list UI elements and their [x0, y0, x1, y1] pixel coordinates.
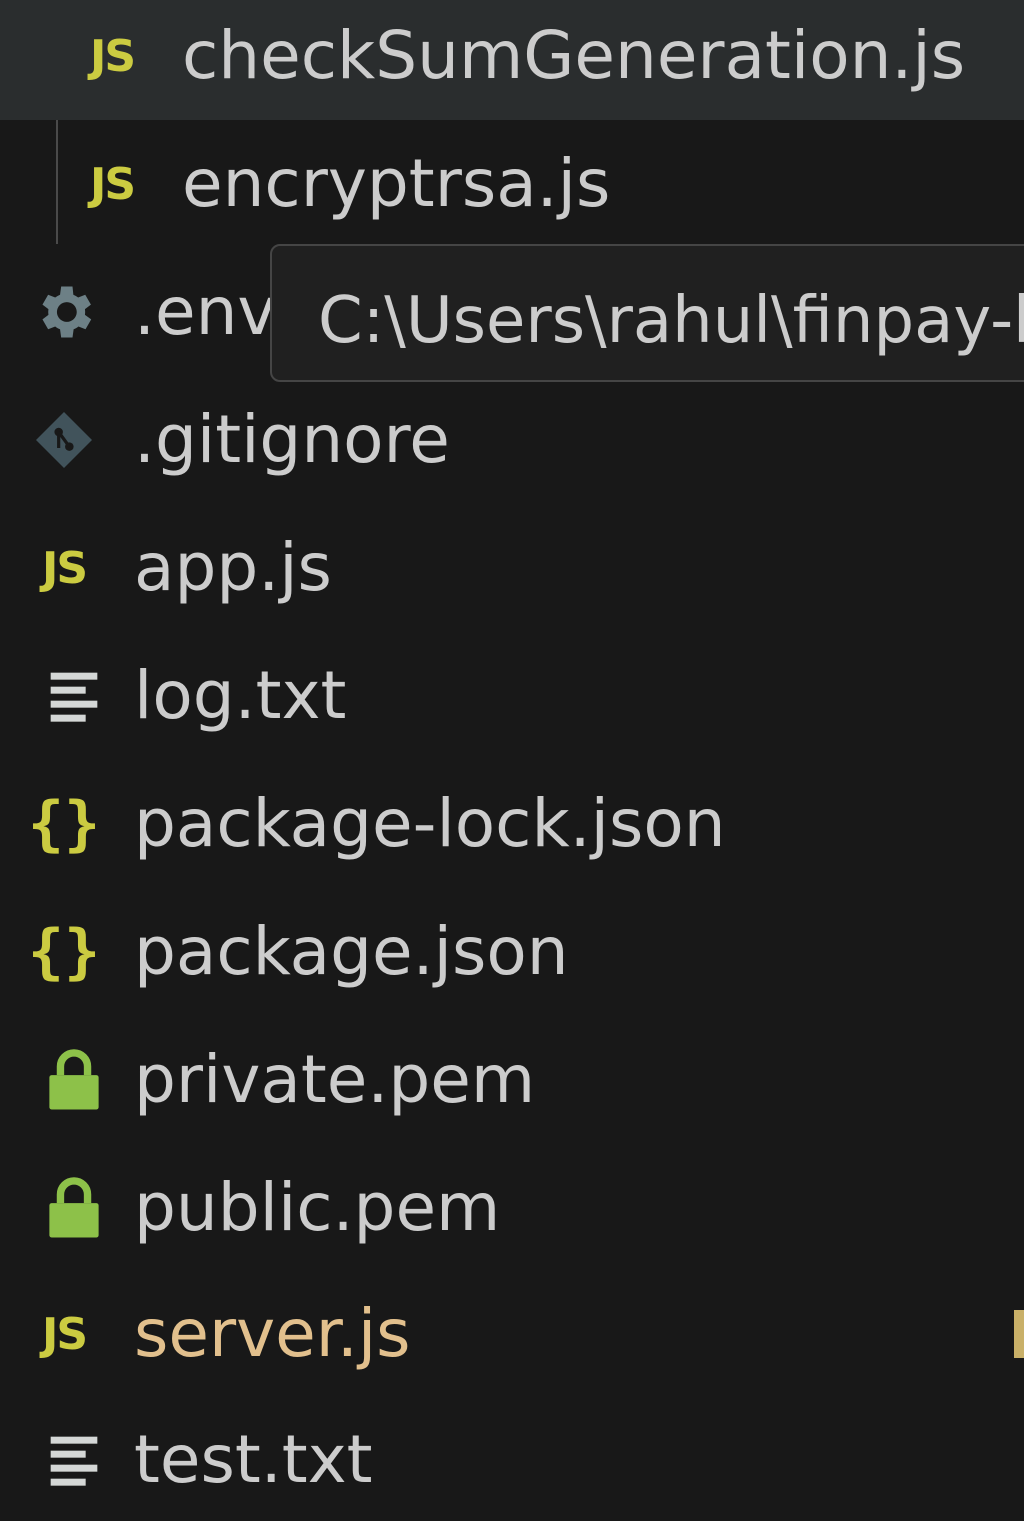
- file-label: encryptrsa.js: [182, 145, 611, 222]
- file-item-encryptrsa[interactable]: JS encryptrsa.js: [0, 120, 1024, 248]
- gear-icon: [24, 248, 104, 376]
- js-icon: JS: [89, 30, 136, 82]
- js-icon: JS: [41, 542, 88, 594]
- file-item-app[interactable]: JS app.js: [0, 504, 1024, 632]
- file-item-gitignore[interactable]: .gitignore: [0, 376, 1024, 504]
- js-icon: JS: [89, 158, 136, 210]
- file-label: app.js: [134, 529, 332, 606]
- file-item-server[interactable]: JS server.js: [0, 1270, 1024, 1398]
- file-label: test.txt: [134, 1421, 373, 1498]
- file-label: server.js: [134, 1295, 411, 1372]
- file-label: package-lock.json: [134, 785, 726, 862]
- file-item-test[interactable]: test.txt: [0, 1396, 1024, 1521]
- file-item-package[interactable]: {} package.json: [0, 888, 1024, 1016]
- git-modified-badge: [1014, 1310, 1024, 1358]
- tooltip-path-text: C:\Users\rahul\finpay-b: [318, 284, 1024, 358]
- file-label: checkSumGeneration.js: [182, 17, 966, 94]
- text-file-icon: [34, 632, 114, 760]
- file-explorer: JS checkSumGeneration.js JS encryptrsa.j…: [0, 0, 1024, 1521]
- json-icon: {}: [27, 789, 101, 859]
- file-label: log.txt: [134, 657, 347, 734]
- file-label: private.pem: [134, 1041, 536, 1118]
- file-item-private-pem[interactable]: private.pem: [0, 1016, 1024, 1144]
- lock-icon: [34, 1144, 114, 1272]
- file-label: public.pem: [134, 1169, 501, 1246]
- file-label: .gitignore: [134, 401, 450, 478]
- file-label: package.json: [134, 913, 569, 990]
- git-icon: [24, 376, 104, 504]
- json-icon: {}: [27, 917, 101, 987]
- file-item-public-pem[interactable]: public.pem: [0, 1144, 1024, 1272]
- lock-icon: [34, 1016, 114, 1144]
- path-tooltip: C:\Users\rahul\finpay-b: [270, 244, 1024, 382]
- file-item-package-lock[interactable]: {} package-lock.json: [0, 760, 1024, 888]
- file-item-log[interactable]: log.txt: [0, 632, 1024, 760]
- file-item-checksumgeneration[interactable]: JS checkSumGeneration.js: [0, 0, 1024, 120]
- text-file-icon: [34, 1396, 114, 1521]
- file-label: .env: [134, 273, 277, 350]
- js-icon: JS: [41, 1308, 88, 1360]
